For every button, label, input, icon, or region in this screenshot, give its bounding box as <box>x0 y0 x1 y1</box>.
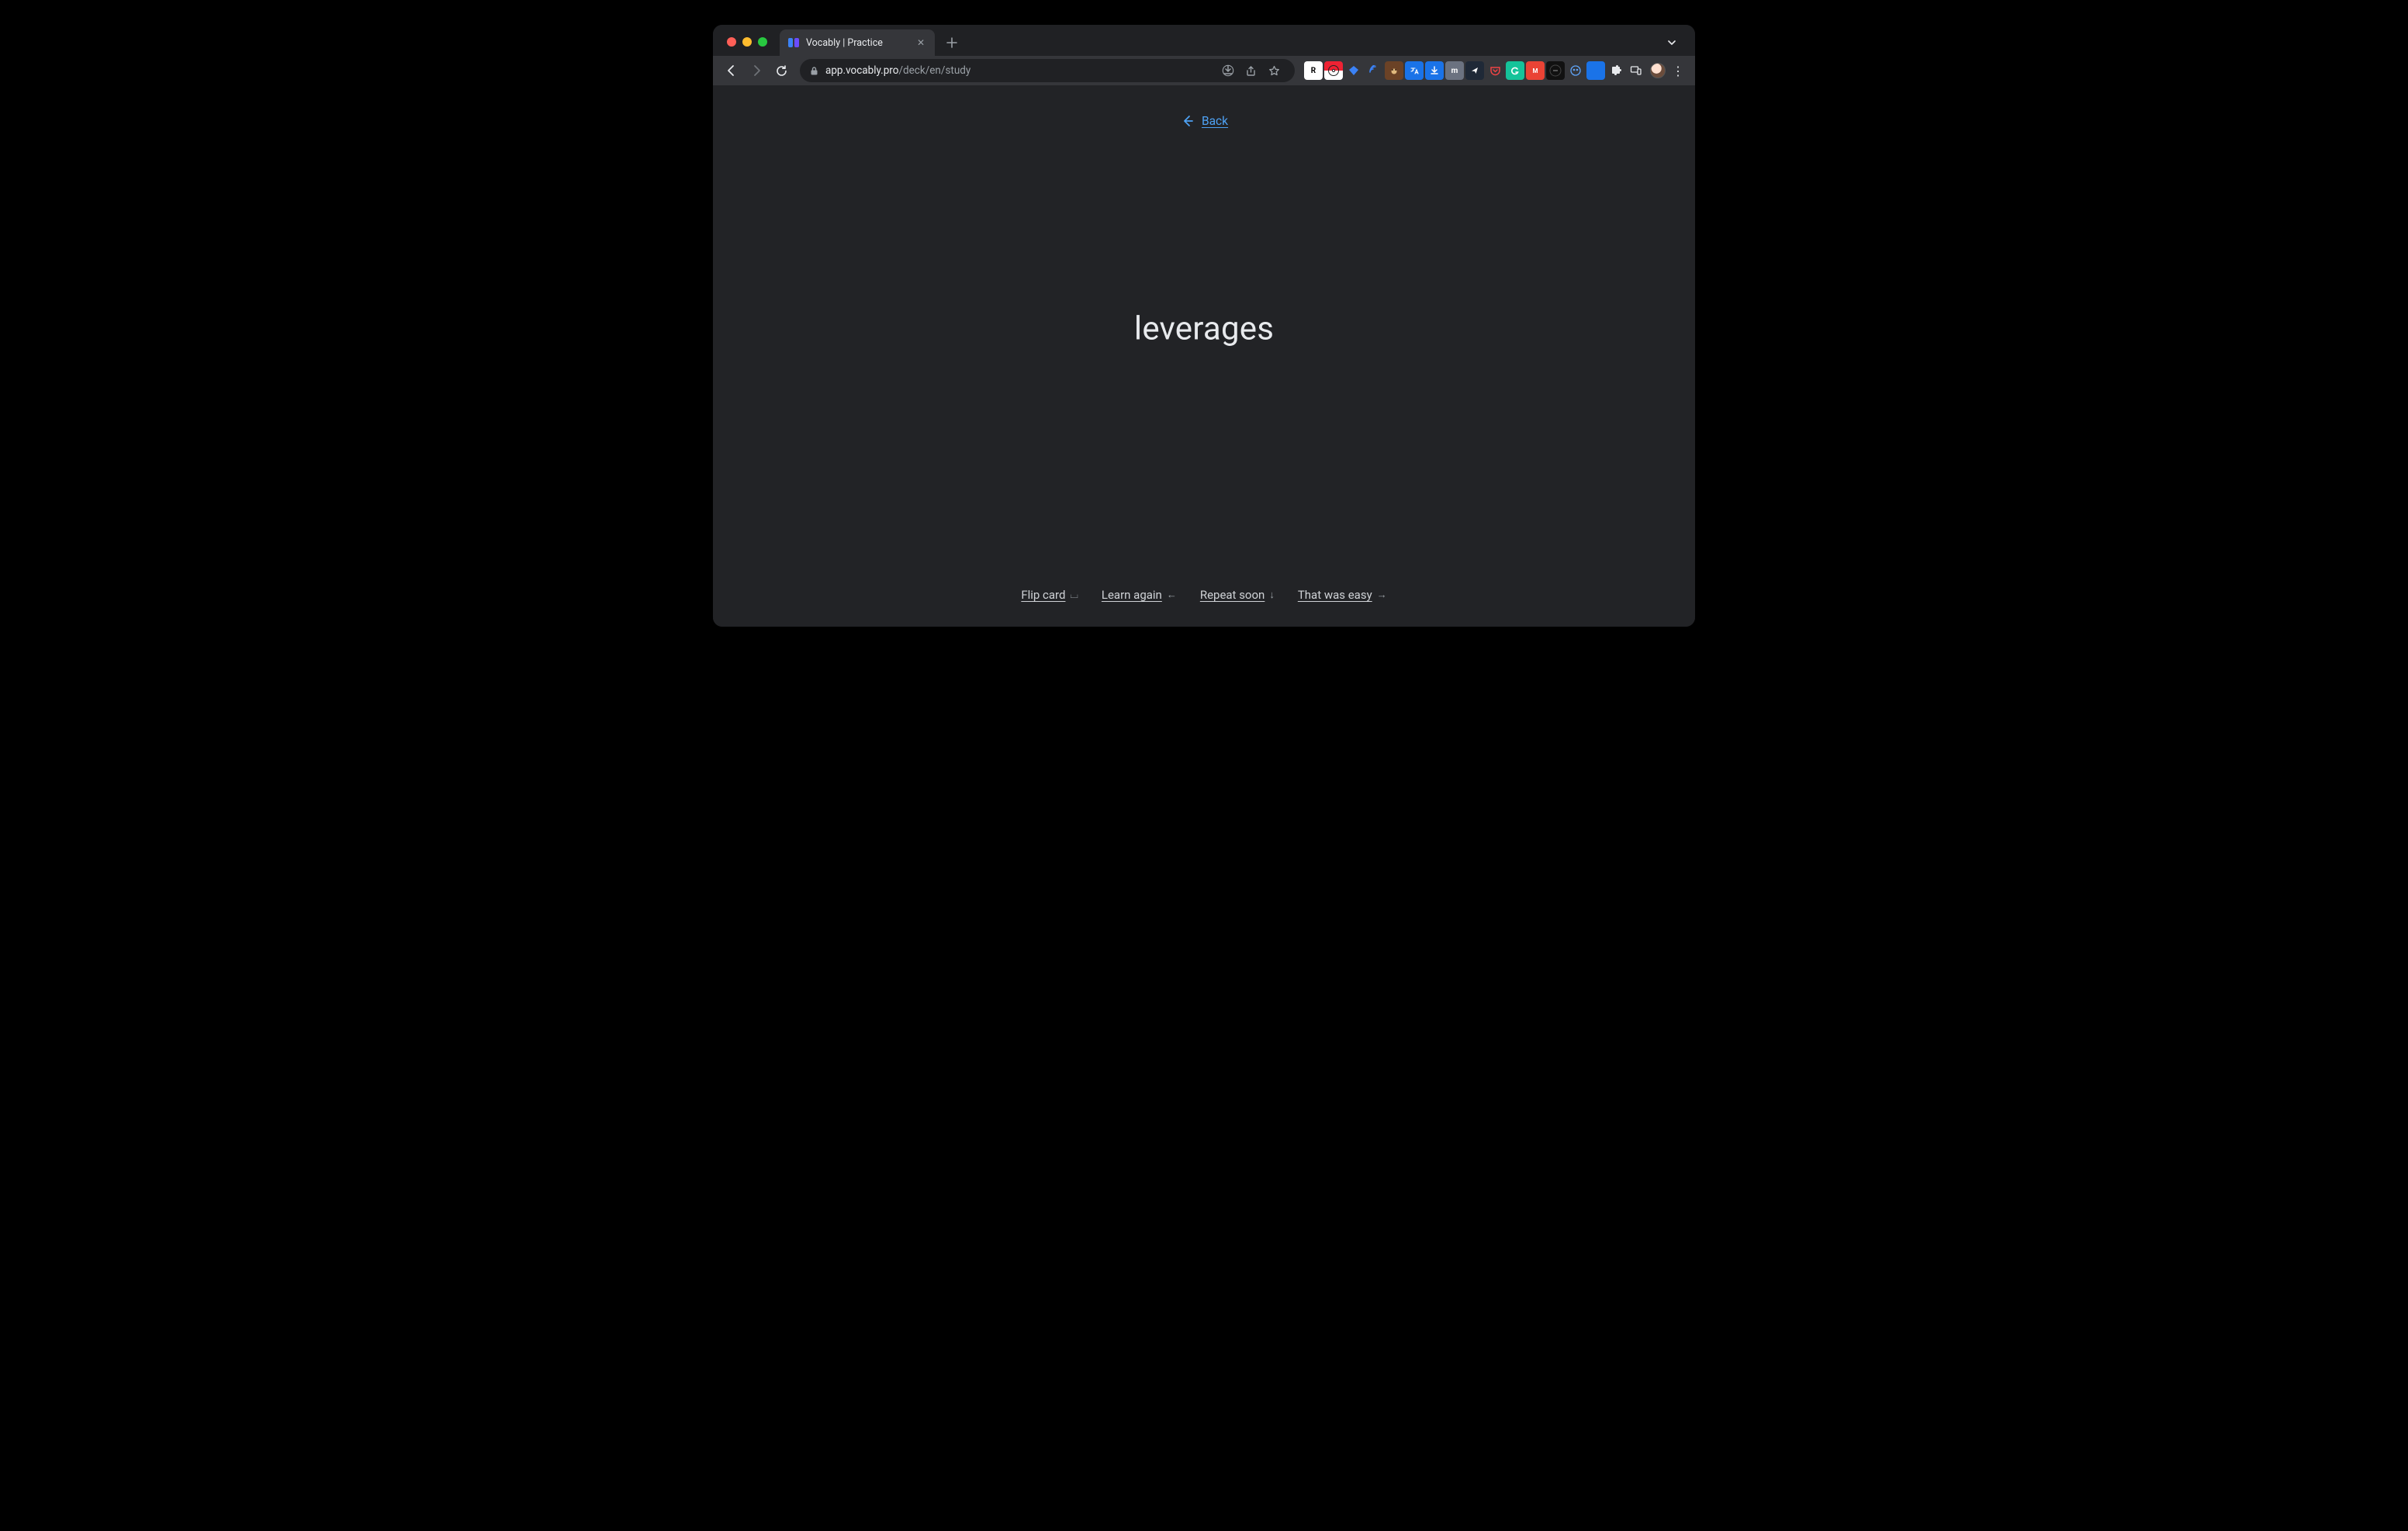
extension-R-icon[interactable]: R <box>1304 61 1323 80</box>
tab-strip: Vocably | Practice ✕ <box>713 25 1695 56</box>
that-was-easy-button[interactable]: That was easy → <box>1298 588 1387 602</box>
address-bar[interactable]: app.vocably.pro/deck/en/study <box>800 59 1295 82</box>
browser-toolbar: app.vocably.pro/deck/en/study Rm M ⋮ <box>713 56 1695 85</box>
window-minimize-button[interactable] <box>742 37 752 47</box>
card-actions: Flip card ⌴ Learn again ← Repeat soon ↓ … <box>1021 588 1386 602</box>
extension-diamond-icon[interactable] <box>1344 61 1363 80</box>
space-key-icon: ⌴ <box>1070 589 1078 601</box>
extension-bar: Rm M <box>1303 61 1647 80</box>
page-content: Back leverages Flip card ⌴ Learn again ←… <box>713 85 1695 627</box>
extension-download-icon[interactable] <box>1425 61 1444 80</box>
browser-menu-button[interactable]: ⋮ <box>1669 64 1687 78</box>
flashcard-word: leverages <box>1134 310 1274 348</box>
back-link-label: Back <box>1202 114 1228 128</box>
extension-darkcircle-icon[interactable] <box>1546 61 1565 80</box>
profile-avatar[interactable] <box>1650 63 1666 78</box>
extension-m-icon[interactable]: m <box>1445 61 1464 80</box>
bookmark-star-icon[interactable] <box>1268 65 1285 77</box>
tab-title: Vocably | Practice <box>806 37 908 49</box>
extension-pokeball-icon[interactable] <box>1324 61 1343 80</box>
extension-meet-icon[interactable]: M <box>1526 61 1545 80</box>
install-app-icon[interactable] <box>1222 64 1239 77</box>
browser-window: Vocably | Practice ✕ <box>713 25 1695 627</box>
extension-monkey-icon[interactable] <box>1385 61 1403 80</box>
learn-again-button[interactable]: Learn again ← <box>1102 588 1177 602</box>
extension-owl-icon[interactable] <box>1566 61 1585 80</box>
repeat-soon-button[interactable]: Repeat soon ↓ <box>1200 588 1275 602</box>
tab-close-button[interactable]: ✕ <box>915 37 927 48</box>
extension-pocket-icon[interactable] <box>1486 61 1504 80</box>
arrow-left-icon <box>1180 113 1195 129</box>
extension-gtranslate-icon[interactable] <box>1405 61 1424 80</box>
nav-forward-button[interactable] <box>746 60 767 81</box>
extension-grammarly-icon[interactable] <box>1506 61 1524 80</box>
browser-tab[interactable]: Vocably | Practice ✕ <box>780 29 935 56</box>
window-close-button[interactable] <box>727 37 736 47</box>
extension-send-icon[interactable] <box>1465 61 1484 80</box>
new-tab-button[interactable] <box>941 32 963 54</box>
lock-icon <box>809 66 819 76</box>
flip-card-button[interactable]: Flip card ⌴ <box>1021 588 1078 602</box>
nav-back-button[interactable] <box>721 60 742 81</box>
extension-wifi-icon[interactable] <box>1365 61 1383 80</box>
back-link[interactable]: Back <box>1180 113 1228 129</box>
url-host: app.vocably.pro/deck/en/study <box>825 64 970 77</box>
window-maximize-button[interactable] <box>758 37 767 47</box>
nav-reload-button[interactable] <box>770 60 792 81</box>
arrow-right-key-icon: → <box>1377 589 1387 601</box>
extension-flag-icon[interactable] <box>1586 61 1605 80</box>
share-icon[interactable] <box>1245 65 1262 77</box>
arrow-left-key-icon: ← <box>1167 589 1177 601</box>
window-controls <box>727 37 767 47</box>
extension-puzzle-icon[interactable] <box>1607 61 1625 80</box>
arrow-down-key-icon: ↓ <box>1269 589 1275 601</box>
tab-favicon-icon <box>787 36 800 49</box>
tab-search-button[interactable] <box>1661 32 1683 54</box>
extension-devices-icon[interactable] <box>1627 61 1645 80</box>
svg-text:M: M <box>1532 67 1538 74</box>
